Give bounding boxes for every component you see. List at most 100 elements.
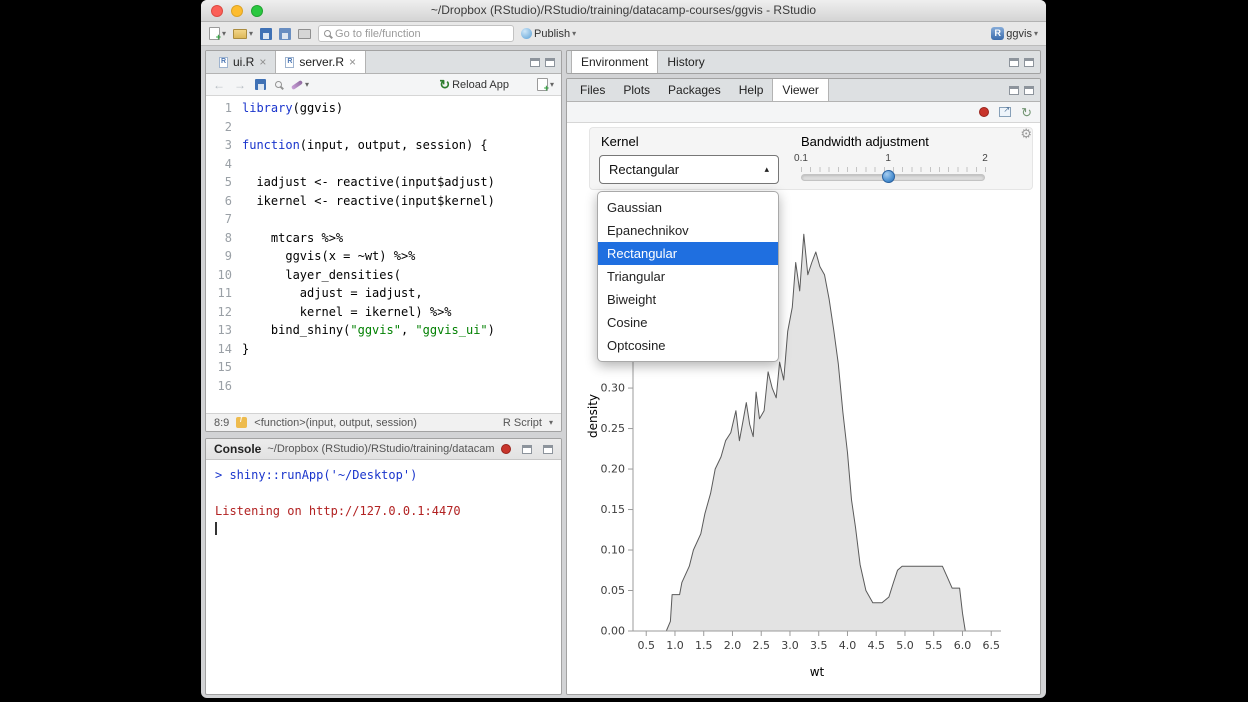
save-icon[interactable]	[255, 79, 266, 90]
console-title[interactable]: Console	[214, 442, 261, 456]
dropdown-option-optcosine[interactable]: Optcosine	[598, 334, 778, 357]
close-icon[interactable]: ×	[259, 55, 266, 69]
new-document-icon	[209, 27, 220, 40]
publish-label: Publish	[534, 28, 570, 40]
code-line: 13 bind_shiny("ggvis", "ggvis_ui")	[206, 321, 561, 340]
dropdown-option-gaussian[interactable]: Gaussian	[598, 196, 778, 219]
minimize-pane-icon[interactable]	[1009, 58, 1019, 67]
code-line: 14}	[206, 340, 561, 359]
environment-tabs: EnvironmentHistory	[571, 51, 714, 73]
tab-packages[interactable]: Packages	[659, 79, 730, 101]
slider-handle[interactable]	[882, 170, 895, 183]
dropdown-option-rectangular[interactable]: Rectangular	[598, 242, 778, 265]
stop-app-icon[interactable]	[979, 107, 989, 117]
save-button[interactable]	[260, 28, 272, 40]
zoom-window-button[interactable]	[251, 5, 263, 17]
viewer-tabs: FilesPlotsPackagesHelpViewer	[571, 79, 829, 101]
save-all-button[interactable]	[279, 28, 291, 40]
slider-mid-label: 1	[876, 153, 900, 164]
code-line: 16	[206, 377, 561, 396]
kernel-select[interactable]: Rectangular ▴	[599, 155, 779, 184]
refresh-icon[interactable]: ↻	[1021, 106, 1032, 119]
new-file-button[interactable]: ▾	[209, 27, 226, 40]
svg-text:4.0: 4.0	[839, 639, 857, 652]
code-line: 11 adjust = iadjust,	[206, 284, 561, 303]
reload-app-button[interactable]: ↻ Reload App	[439, 78, 509, 91]
goto-file-input[interactable]	[335, 28, 508, 40]
code-line: 3function(input, output, session) {	[206, 136, 561, 155]
tab-server-r[interactable]: server.R ×	[275, 51, 366, 73]
window-title: ~/Dropbox (RStudio)/RStudio/training/dat…	[201, 0, 1046, 21]
tab-files[interactable]: Files	[571, 79, 614, 101]
svg-text:density: density	[586, 394, 600, 438]
tab-history[interactable]: History	[658, 51, 713, 73]
dropdown-option-biweight[interactable]: Biweight	[598, 288, 778, 311]
tab-ui-r[interactable]: ui.R ×	[210, 51, 275, 73]
tab-label: server.R	[299, 55, 344, 69]
file-type-label[interactable]: R Script	[503, 417, 542, 429]
tab-environment[interactable]: Environment	[571, 51, 658, 73]
minimize-pane-icon[interactable]	[530, 58, 540, 67]
kernel-select-value: Rectangular	[609, 162, 679, 177]
forward-icon[interactable]: →	[234, 79, 246, 91]
viewer-content: 0.000.050.100.150.200.250.300.51.01.52.0…	[567, 123, 1040, 694]
open-file-button[interactable]: ▾	[233, 29, 253, 39]
gear-icon[interactable]: ⚙	[1020, 126, 1032, 142]
code-tools-button[interactable]: ▾	[291, 81, 309, 89]
minimize-window-button[interactable]	[231, 5, 243, 17]
console-line	[215, 484, 552, 502]
svg-text:4.5: 4.5	[867, 639, 885, 652]
svg-text:3.0: 3.0	[781, 639, 799, 652]
wand-icon	[291, 79, 303, 89]
maximize-pane-icon[interactable]	[1024, 86, 1034, 95]
reload-app-label: Reload App	[452, 79, 509, 91]
minimize-pane-icon[interactable]	[522, 445, 532, 454]
maximize-pane-icon[interactable]	[545, 58, 555, 67]
desktop-background: ~/Dropbox (RStudio)/RStudio/training/dat…	[0, 0, 1248, 702]
tab-viewer[interactable]: Viewer	[772, 79, 828, 101]
environment-pane: EnvironmentHistory	[566, 50, 1041, 74]
svg-text:0.00: 0.00	[601, 625, 626, 638]
source-menu-button[interactable]: ▾	[537, 78, 554, 91]
code-line: 9 ggvis(x = ~wt) %>%	[206, 247, 561, 266]
r-file-icon	[285, 57, 294, 68]
console-line: > shiny::runApp('~/Desktop')	[215, 466, 552, 484]
chevron-down-icon: ▾	[549, 419, 553, 427]
scope-label[interactable]: <function>(input, output, session)	[254, 417, 417, 429]
console-line: Listening on http://127.0.0.1:4470	[215, 502, 552, 520]
svg-text:5.0: 5.0	[896, 639, 914, 652]
viewer-tabbar: FilesPlotsPackagesHelpViewer	[567, 79, 1040, 102]
tab-plots[interactable]: Plots	[614, 79, 659, 101]
project-menu-button[interactable]: ggvis ▾	[991, 27, 1038, 40]
code-line: 7	[206, 210, 561, 229]
code-line: 5 iadjust <- reactive(input$adjust)	[206, 173, 561, 192]
publish-button[interactable]: Publish ▾	[521, 28, 576, 40]
console-body[interactable]: > shiny::runApp('~/Desktop') Listening o…	[206, 460, 561, 541]
minimize-pane-icon[interactable]	[1009, 86, 1019, 95]
chevron-down-icon: ▾	[550, 81, 554, 89]
tab-help[interactable]: Help	[730, 79, 773, 101]
titlebar[interactable]: ~/Dropbox (RStudio)/RStudio/training/dat…	[201, 0, 1046, 22]
find-icon[interactable]	[275, 81, 282, 88]
interrupt-icon[interactable]	[501, 444, 511, 454]
dropdown-option-cosine[interactable]: Cosine	[598, 311, 778, 334]
code-lines: 1library(ggvis)2 3function(input, output…	[206, 99, 561, 395]
open-in-new-window-icon[interactable]	[999, 107, 1011, 117]
close-icon[interactable]: ×	[349, 55, 356, 69]
close-window-button[interactable]	[211, 5, 223, 17]
code-editor[interactable]: 1library(ggvis)2 3function(input, output…	[206, 96, 561, 413]
console-header: Console ~/Dropbox (RStudio)/RStudio/trai…	[206, 439, 561, 460]
viewer-pane: FilesPlotsPackagesHelpViewer ↻ 0.000.050…	[566, 78, 1041, 695]
goto-file-box[interactable]	[318, 25, 514, 42]
text-cursor	[215, 522, 217, 535]
print-button[interactable]	[298, 29, 311, 39]
code-line: 8 mtcars %>%	[206, 229, 561, 248]
dropdown-option-epanechnikov[interactable]: Epanechnikov	[598, 219, 778, 242]
maximize-pane-icon[interactable]	[1024, 58, 1034, 67]
maximize-pane-icon[interactable]	[543, 445, 553, 454]
print-icon	[298, 29, 311, 39]
editor-statusbar: 8:9 <function>(input, output, session) R…	[206, 413, 561, 431]
dropdown-option-triangular[interactable]: Triangular	[598, 265, 778, 288]
source-pane: ui.R × server.R × ← → ▾ ↻ Reload App	[205, 50, 562, 432]
back-icon[interactable]: ←	[213, 79, 225, 91]
